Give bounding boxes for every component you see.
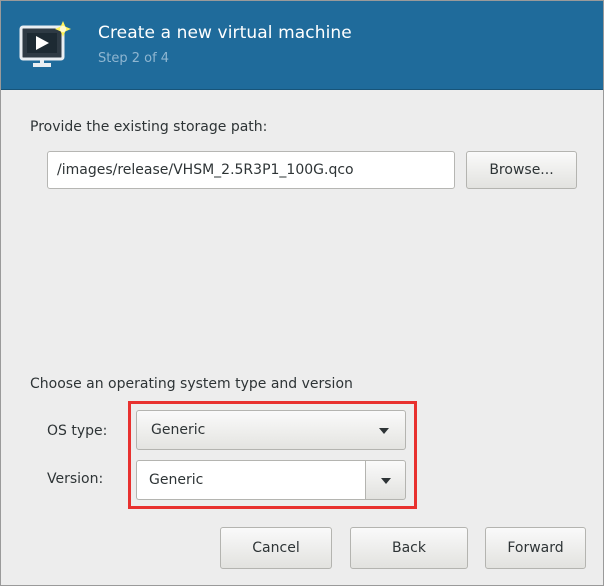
cancel-button[interactable]: Cancel	[220, 527, 332, 569]
os-section-label: Choose an operating system type and vers…	[30, 376, 353, 392]
browse-button-label: Browse...	[489, 162, 554, 178]
cancel-button-label: Cancel	[252, 540, 300, 556]
storage-path-input[interactable]	[47, 151, 455, 189]
os-type-label: OS type:	[47, 423, 108, 439]
back-button[interactable]: Back	[350, 527, 468, 569]
new-vm-icon	[19, 21, 71, 67]
version-label: Version:	[47, 471, 104, 487]
forward-button-label: Forward	[507, 540, 564, 556]
forward-button[interactable]: Forward	[485, 527, 586, 569]
os-type-value: Generic	[151, 422, 206, 438]
os-type-dropdown[interactable]: Generic	[136, 410, 406, 450]
version-dropdown-button[interactable]	[365, 460, 406, 500]
wizard-title: Create a new virtual machine	[98, 23, 352, 43]
storage-path-label: Provide the existing storage path:	[30, 119, 268, 135]
wizard-step-indicator: Step 2 of 4	[98, 51, 170, 66]
new-vm-wizard-window: Create a new virtual machine Step 2 of 4…	[0, 0, 604, 586]
browse-button[interactable]: Browse...	[466, 151, 577, 189]
wizard-header: Create a new virtual machine Step 2 of 4	[1, 1, 603, 90]
version-combo-entry[interactable]	[136, 460, 365, 500]
chevron-down-icon	[381, 478, 391, 484]
back-button-label: Back	[392, 540, 426, 556]
chevron-down-icon	[379, 428, 389, 434]
